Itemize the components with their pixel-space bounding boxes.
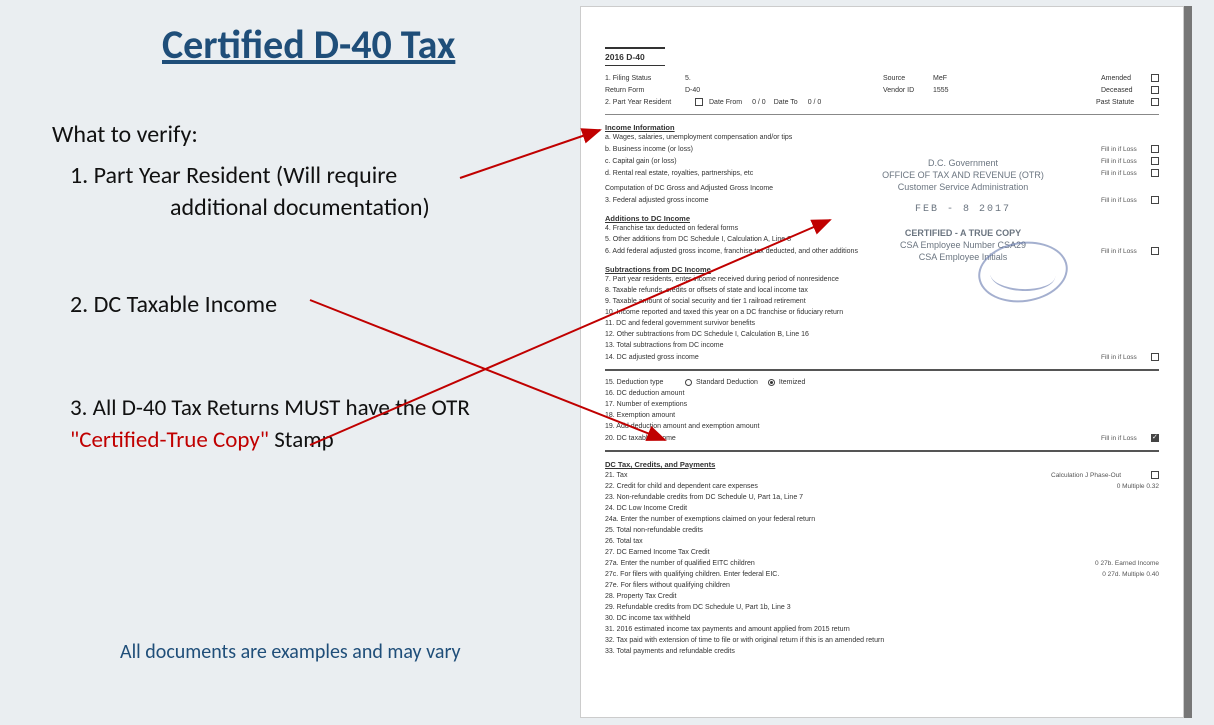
income-b: b. Business income (or loss) — [605, 146, 1101, 153]
sub-l12: 12. Other subtractions from DC Schedule … — [605, 331, 809, 338]
amended-label: Amended — [1101, 75, 1151, 82]
tax-l24: 24. DC Low Income Credit — [605, 505, 687, 512]
cb-phaseout — [1151, 471, 1159, 479]
itm-radio — [768, 379, 775, 386]
tax-l27c: 27c. For filers with qualifying children… — [605, 571, 1059, 578]
fill-loss-7: Fill in if Loss — [1101, 435, 1151, 442]
intro-label: What to verify: — [52, 120, 198, 149]
ded-l15: 15. Deduction type — [605, 379, 685, 386]
income-d: d. Rental real estate, royalties, partne… — [605, 170, 1101, 177]
tax-l21b: Calculation J Phase-Out — [1051, 472, 1151, 479]
income-comp: Computation of DC Gross and Adjusted Gro… — [605, 185, 773, 192]
income-l3: 3. Federal adjusted gross income — [605, 197, 1101, 204]
pyr-datefrom-label: Date From — [709, 99, 742, 106]
footnote: All documents are examples and may vary — [120, 640, 461, 664]
deceased-label: Deceased — [1101, 87, 1151, 94]
deceased-checkbox — [1151, 86, 1159, 94]
ded-l19: 19. Add deduction amount and exemption a… — [605, 423, 760, 430]
return-form-value: D-40 — [685, 87, 765, 94]
tax-l29: 29. Refundable credits from DC Schedule … — [605, 604, 791, 611]
fill-loss-2: Fill in if Loss — [1101, 158, 1151, 165]
verify-item-3: 3. All D-40 Tax Returns MUST have the OT… — [70, 392, 570, 456]
return-form-label: Return Form — [605, 87, 685, 94]
verify-item-1: 1. Part Year Resident (Will require addi… — [70, 160, 530, 225]
tax-l33: 33. Total payments and refundable credit… — [605, 648, 735, 655]
tax-l26: 26. Total tax — [605, 538, 643, 545]
past-statute-label: Past Statute — [1096, 99, 1151, 106]
tax-l22: 22. Credit for child and dependent care … — [605, 483, 1069, 490]
tax-l27c-r: 0 27d. Multiple 0.40 — [1059, 571, 1159, 578]
past-statute-checkbox — [1151, 98, 1159, 106]
ded-l18: 18. Exemption amount — [605, 412, 675, 419]
tax-l27a-r: 0 27b. Earned Income — [1059, 560, 1159, 567]
sub-l10: 10. Income reported and taxed this year … — [605, 309, 843, 316]
cb-loss-4 — [1151, 196, 1159, 204]
vendor-id-label: Vendor ID — [883, 87, 933, 94]
std-label: Standard Deduction — [696, 379, 758, 386]
sub-l13: 13. Total subtractions from DC income — [605, 342, 724, 349]
tax-l22b: 0 Multiple 0.32 — [1069, 483, 1159, 490]
tax-l27: 27. DC Earned Income Tax Credit — [605, 549, 710, 556]
fill-loss-6: Fill in if Loss — [1101, 354, 1151, 361]
ded-l20: 20. DC taxable income — [605, 435, 1101, 442]
pyr-label: 2. Part Year Resident — [605, 99, 695, 106]
sub-l7: 7. Part year residents, enter income rec… — [605, 276, 839, 283]
item3-part1: 3. All D-40 Tax Returns MUST have the OT… — [70, 394, 470, 422]
cb-loss-5 — [1151, 247, 1159, 255]
income-a: a. Wages, salaries, unemployment compens… — [605, 134, 1159, 141]
pyr-checkbox — [695, 98, 703, 106]
item3-part2: Stamp — [274, 426, 333, 454]
ded-l17: 17. Number of exemptions — [605, 401, 687, 408]
verify-item-2: 2. DC Taxable Income — [70, 290, 277, 319]
filing-status-value: 5. — [685, 75, 765, 82]
cb-loss-6 — [1151, 353, 1159, 361]
pyr-dateto-label: Date To — [774, 99, 798, 106]
item1-line2: additional documentation) — [70, 192, 530, 224]
vendor-id-value: 1555 — [933, 87, 983, 94]
fill-loss-5: Fill in if Loss — [1101, 248, 1151, 255]
source-value: MeF — [933, 75, 983, 82]
cb-loss-2 — [1151, 157, 1159, 165]
cb-loss-3 — [1151, 169, 1159, 177]
page-title: Certified D-40 Tax — [162, 20, 455, 69]
tax-l21: 21. Tax — [605, 472, 1051, 479]
itm-label: Itemized — [779, 379, 805, 386]
sub-l11: 11. DC and federal government survivor b… — [605, 320, 755, 327]
amended-checkbox — [1151, 74, 1159, 82]
add-l5: 5. Other additions from DC Schedule I, C… — [605, 236, 791, 243]
tax-l23: 23. Non-refundable credits from DC Sched… — [605, 494, 803, 501]
fill-loss-3: Fill in if Loss — [1101, 170, 1151, 177]
income-hdr: Income Information — [605, 123, 1159, 132]
item1-line1: 1. Part Year Resident (Will require — [70, 161, 397, 190]
sub-hdr: Subtractions from DC Income — [605, 265, 1159, 274]
tax-l24a: 24a. Enter the number of exemptions clai… — [605, 516, 815, 523]
tax-l32: 32. Tax paid with extension of time to f… — [605, 637, 884, 644]
ded-l16: 16. DC deduction amount — [605, 390, 684, 397]
item3-red: "Certified-True Copy" — [70, 426, 269, 454]
form-header: 2016 D-40 — [605, 47, 665, 66]
filing-status-label: 1. Filing Status — [605, 75, 685, 82]
add-l4: 4. Franchise tax deducted on federal for… — [605, 225, 738, 232]
d40-form-image: 2016 D-40 1. Filing Status 5. Source MeF… — [580, 6, 1184, 718]
tax-l27e: 27e. For filers without qualifying child… — [605, 582, 730, 589]
pyr-from: 0 / 0 — [752, 99, 766, 106]
tax-l31: 31. 2016 estimated income tax payments a… — [605, 626, 850, 633]
tax-hdr: DC Tax, Credits, and Payments — [605, 460, 1159, 469]
sub-l8: 8. Taxable refunds, credits or offsets o… — [605, 287, 808, 294]
income-c: c. Capital gain (or loss) — [605, 158, 1101, 165]
sub-l9: 9. Taxable amount of social security and… — [605, 298, 806, 305]
source-label: Source — [883, 75, 933, 82]
tax-l28: 28. Property Tax Credit — [605, 593, 676, 600]
tax-l27a: 27a. Enter the number of qualified EITC … — [605, 560, 1059, 567]
fill-loss-4: Fill in if Loss — [1101, 197, 1151, 204]
pyr-to: 0 / 0 — [808, 99, 822, 106]
fill-loss-1: Fill in if Loss — [1101, 146, 1151, 153]
cb-loss-7-checked — [1151, 434, 1159, 442]
cb-loss-1 — [1151, 145, 1159, 153]
tax-l25: 25. Total non-refundable credits — [605, 527, 703, 534]
std-radio — [685, 379, 692, 386]
sub-l14: 14. DC adjusted gross income — [605, 354, 1101, 361]
additions-hdr: Additions to DC Income — [605, 214, 1159, 223]
tax-l30: 30. DC income tax withheld — [605, 615, 690, 622]
